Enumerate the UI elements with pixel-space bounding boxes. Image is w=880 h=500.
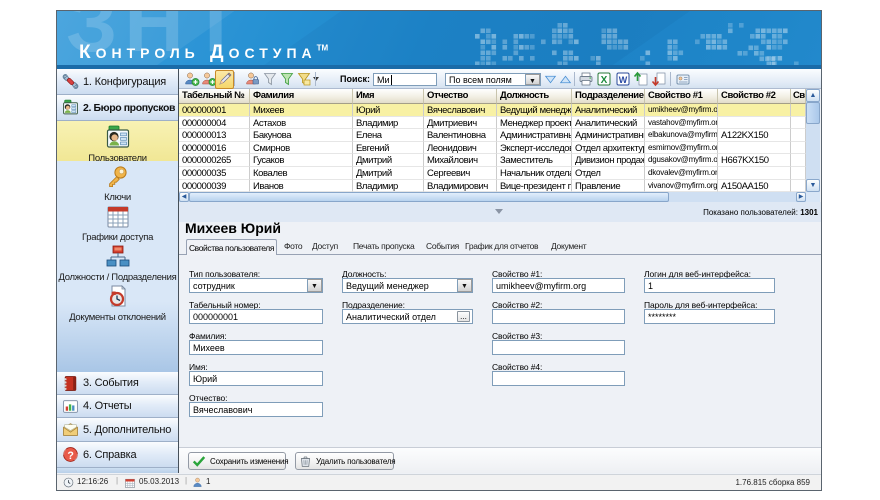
- svg-text:X: X: [601, 75, 608, 86]
- svg-text:W: W: [619, 75, 628, 85]
- svg-text:?: ?: [67, 450, 73, 462]
